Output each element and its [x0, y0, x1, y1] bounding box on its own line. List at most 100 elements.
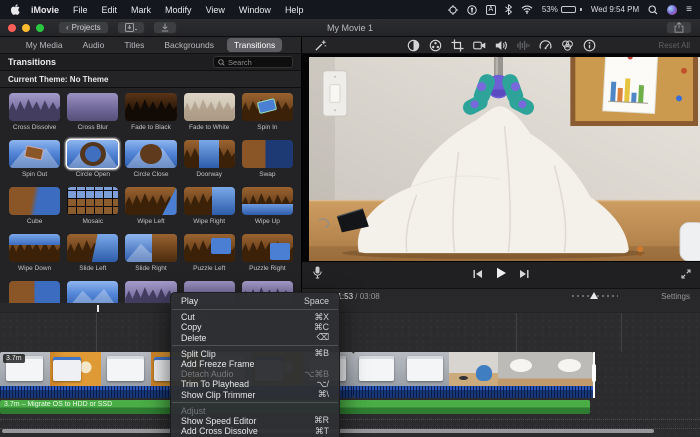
menu-item-delete[interactable]: Delete⌫ — [171, 333, 339, 343]
menubar-item-edit[interactable]: Edit — [95, 5, 125, 15]
transition-thumbnail-slide-right[interactable] — [125, 234, 176, 262]
close-window-button[interactable] — [8, 24, 16, 32]
spotlight-icon[interactable] — [648, 5, 658, 15]
color-correction-icon[interactable] — [429, 39, 442, 52]
back-to-projects-button[interactable]: ‹ Projects — [58, 21, 109, 34]
transition-thumbnail-puzzle-left[interactable] — [184, 234, 235, 262]
playhead[interactable] — [593, 352, 595, 398]
menu-item-split-clip[interactable]: Split Clip⌘B — [171, 349, 339, 359]
menu-item-add-freeze-frame[interactable]: Add Freeze Frame — [171, 359, 339, 369]
menu-item-add-cross-dissolve[interactable]: Add Cross Dissolve⌘T — [171, 426, 339, 436]
battery-percent-label: 53% — [542, 5, 558, 14]
transition-item: Circle Close — [125, 140, 176, 187]
transition-thumbnail-partial[interactable] — [9, 281, 60, 303]
download-button[interactable] — [153, 21, 177, 34]
speed-icon[interactable] — [539, 39, 552, 52]
color-balance-icon[interactable] — [407, 39, 420, 52]
menubar-item-window[interactable]: Window — [232, 5, 278, 15]
transition-thumbnail-spin-in[interactable] — [242, 93, 293, 121]
transition-label: Wipe Down — [18, 265, 51, 272]
zoom-window-button[interactable] — [36, 24, 44, 32]
transition-thumbnail-doorway[interactable] — [184, 140, 235, 168]
transition-thumbnail-mosaic[interactable] — [67, 187, 118, 215]
menu-item-play[interactable]: PlaySpace — [171, 296, 339, 306]
previous-frame-button[interactable] — [473, 266, 483, 284]
crop-icon[interactable] — [451, 39, 464, 52]
volume-icon[interactable] — [495, 39, 508, 52]
menubar-status-area: A 53% Wed 9:54 PM ≡ — [448, 4, 692, 15]
context-menu: PlaySpaceCut⌘XCopy⌘CDelete⌫Split Clip⌘BA… — [170, 292, 340, 437]
browser-tabs: My Media Audio Titles Backgrounds Transition… — [0, 37, 301, 54]
selected-video-clip[interactable] — [353, 352, 594, 398]
search-input[interactable] — [228, 58, 288, 67]
transition-thumbnail-partial[interactable] — [67, 281, 118, 303]
timeline-ruler[interactable] — [0, 303, 700, 313]
transition-thumbnail-swap[interactable] — [242, 140, 293, 168]
menubar-item-file[interactable]: File — [66, 5, 95, 15]
menubar-item-help[interactable]: Help — [278, 5, 311, 15]
transition-thumbnail-circle-close[interactable] — [125, 140, 176, 168]
notification-center-icon[interactable]: ≡ — [686, 4, 692, 15]
transition-thumbnail-wipe-left[interactable] — [125, 187, 176, 215]
time-display: 01:53 / 03:08 — [333, 292, 380, 301]
apple-logo-icon[interactable] — [8, 4, 22, 15]
transition-thumbnail-fade-to-black[interactable] — [125, 93, 176, 121]
transition-item: Wipe Left — [125, 187, 176, 234]
transition-thumbnail-partial[interactable] — [125, 281, 176, 303]
play-button[interactable] — [495, 266, 507, 284]
menubar-item-view[interactable]: View — [199, 5, 232, 15]
crosshair-icon[interactable] — [448, 5, 458, 15]
transition-thumbnail-cross-blur[interactable] — [67, 93, 118, 121]
menu-item-cut[interactable]: Cut⌘X — [171, 312, 339, 322]
transition-thumbnail-circle-open[interactable] — [67, 140, 118, 168]
transition-thumbnail-puzzle-right[interactable] — [242, 234, 293, 262]
transition-thumbnail-wipe-right[interactable] — [184, 187, 235, 215]
import-media-button[interactable] — [117, 21, 145, 34]
menubar-item-modify[interactable]: Modify — [158, 5, 199, 15]
menu-item-show-clip-trimmer[interactable]: Show Clip Trimmer⌘\ — [171, 390, 339, 400]
stabilization-icon[interactable] — [473, 39, 486, 52]
tab-audio[interactable]: Audio — [76, 38, 112, 52]
tab-backgrounds[interactable]: Backgrounds — [157, 38, 221, 52]
timeline-zoom-slider[interactable] — [572, 292, 618, 301]
bluetooth-icon[interactable] — [505, 4, 512, 15]
menubar-item-mark[interactable]: Mark — [124, 5, 158, 15]
timeline[interactable]: 3.7m 3.7m – Migrate OS to HDD or SSD — [0, 303, 700, 437]
transition-thumbnail-cross-dissolve[interactable] — [9, 93, 60, 121]
menu-item-copy[interactable]: Copy⌘C — [171, 322, 339, 332]
transition-thumbnail-spin-out[interactable] — [9, 140, 60, 168]
battery-indicator[interactable]: 53% — [542, 5, 582, 14]
share-button[interactable] — [666, 21, 692, 34]
minimize-window-button[interactable] — [22, 24, 30, 32]
wifi-icon[interactable] — [521, 5, 533, 14]
imovie-app: iMovieFileEditMarkModifyViewWindowHelp A… — [0, 0, 700, 437]
menubar-item-imovie[interactable]: iMovie — [24, 5, 66, 15]
transition-thumbnail-cube[interactable] — [9, 187, 60, 215]
transition-thumbnail-fade-to-white[interactable] — [184, 93, 235, 121]
menubar-clock[interactable]: Wed 9:54 PM — [591, 5, 639, 14]
search-field[interactable] — [213, 56, 293, 68]
menu-item-show-speed-editor[interactable]: Show Speed Editor⌘R — [171, 416, 339, 426]
timeline-settings-button[interactable]: Settings — [661, 292, 690, 301]
tab-my-media[interactable]: My Media — [19, 38, 70, 52]
transition-thumbnail-wipe-up[interactable] — [242, 187, 293, 215]
transition-thumbnail-slide-left[interactable] — [67, 234, 118, 262]
noise-reduction-icon[interactable] — [517, 39, 530, 52]
transition-item — [67, 281, 118, 303]
keyhole-icon[interactable] — [467, 5, 477, 15]
voiceover-mic-icon[interactable] — [313, 266, 322, 284]
fullscreen-icon[interactable] — [681, 266, 691, 284]
reset-all-button[interactable]: Reset All — [658, 41, 690, 50]
siri-icon[interactable] — [667, 5, 677, 15]
menu-item-label: Cut — [181, 312, 195, 322]
transition-thumbnail-wipe-down[interactable] — [9, 234, 60, 262]
clip-info-icon[interactable] — [583, 39, 596, 52]
menu-item-trim-to-playhead[interactable]: Trim To Playhead⌥/ — [171, 379, 339, 389]
zoom-slider-thumb[interactable] — [590, 292, 598, 299]
tab-transitions[interactable]: Transitions — [227, 38, 282, 52]
clip-filter-icon[interactable] — [561, 39, 574, 52]
viewer[interactable] — [302, 54, 700, 262]
tab-titles[interactable]: Titles — [117, 38, 151, 52]
next-frame-button[interactable] — [519, 266, 529, 284]
input-source-icon[interactable]: A — [486, 5, 496, 15]
